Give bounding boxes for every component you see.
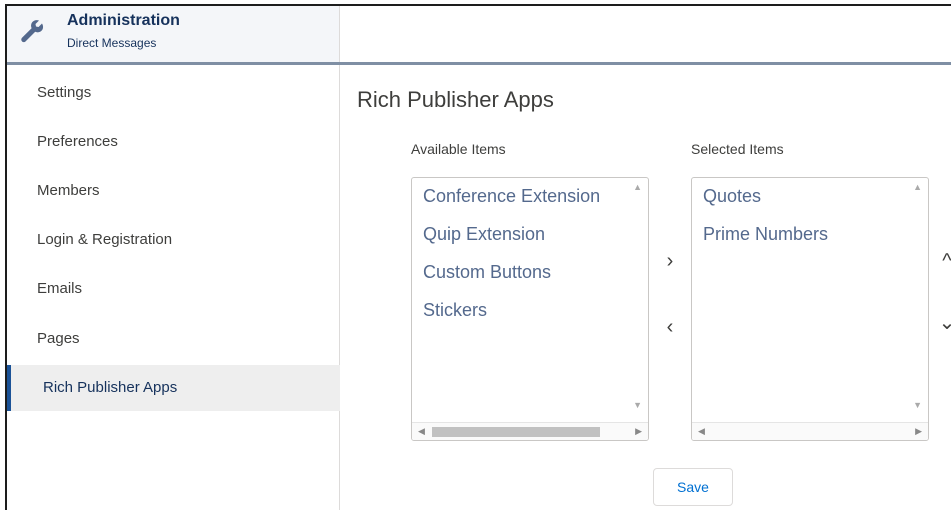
app-header: Administration Direct Messages bbox=[7, 6, 340, 62]
sidebar-item-emails[interactable]: Emails bbox=[7, 266, 340, 312]
sidebar-item-members[interactable]: Members bbox=[7, 168, 340, 214]
app-title: Administration bbox=[67, 12, 180, 29]
app-frame: Administration Direct Messages Settings … bbox=[5, 4, 951, 510]
page-title: Rich Publisher Apps bbox=[357, 87, 554, 112]
list-item[interactable]: Stickers bbox=[423, 300, 487, 321]
app-subtitle: Direct Messages bbox=[67, 36, 157, 50]
wrench-icon bbox=[21, 20, 44, 43]
save-button[interactable]: Save bbox=[653, 468, 733, 506]
horizontal-scrollbar[interactable]: ◀ ▶ bbox=[692, 422, 928, 440]
scroll-down-icon[interactable]: ▼ bbox=[913, 400, 922, 410]
scroll-left-icon[interactable]: ◀ bbox=[698, 426, 705, 437]
list-item[interactable]: Quip Extension bbox=[423, 224, 545, 245]
sidebar-item-settings[interactable]: Settings bbox=[7, 70, 340, 116]
sidebar-item-pages[interactable]: Pages bbox=[7, 316, 340, 362]
sidebar-item-preferences[interactable]: Preferences bbox=[7, 119, 340, 165]
scroll-up-icon[interactable]: ▲ bbox=[633, 182, 642, 192]
list-item[interactable]: Custom Buttons bbox=[423, 262, 551, 283]
horizontal-scrollbar[interactable]: ◀ ▶ bbox=[412, 422, 648, 440]
list-item[interactable]: Quotes bbox=[703, 186, 761, 207]
selected-items-listbox[interactable]: Quotes Prime Numbers ▲ ▼ ◀ ▶ bbox=[691, 177, 929, 441]
scroll-right-icon[interactable]: ▶ bbox=[635, 426, 642, 437]
list-item[interactable]: Conference Extension bbox=[423, 186, 600, 207]
sidebar-item-rich-publisher-apps[interactable]: Rich Publisher Apps bbox=[7, 365, 340, 411]
sidebar-nav: Settings Preferences Members Login & Reg… bbox=[7, 65, 340, 510]
scroll-right-icon[interactable]: ▶ bbox=[915, 426, 922, 437]
move-left-button[interactable]: ‹ bbox=[658, 315, 682, 339]
move-up-button[interactable]: ^ bbox=[935, 249, 951, 273]
scroll-up-icon[interactable]: ▲ bbox=[913, 182, 922, 192]
scrollbar-thumb[interactable] bbox=[432, 427, 600, 437]
selected-items-label: Selected Items bbox=[691, 141, 784, 157]
list-item[interactable]: Prime Numbers bbox=[703, 224, 828, 245]
scroll-left-icon[interactable]: ◀ bbox=[418, 426, 425, 437]
header-blank-area bbox=[340, 6, 951, 62]
sidebar-item-login-registration[interactable]: Login & Registration bbox=[7, 217, 340, 263]
move-right-button[interactable]: › bbox=[658, 249, 682, 273]
available-items-label: Available Items bbox=[411, 141, 506, 157]
main-content: Rich Publisher Apps Available Items Sele… bbox=[341, 65, 951, 510]
move-down-button[interactable]: ⌄ bbox=[935, 311, 951, 335]
scroll-down-icon[interactable]: ▼ bbox=[633, 400, 642, 410]
available-items-listbox[interactable]: Conference Extension Quip Extension Cust… bbox=[411, 177, 649, 441]
